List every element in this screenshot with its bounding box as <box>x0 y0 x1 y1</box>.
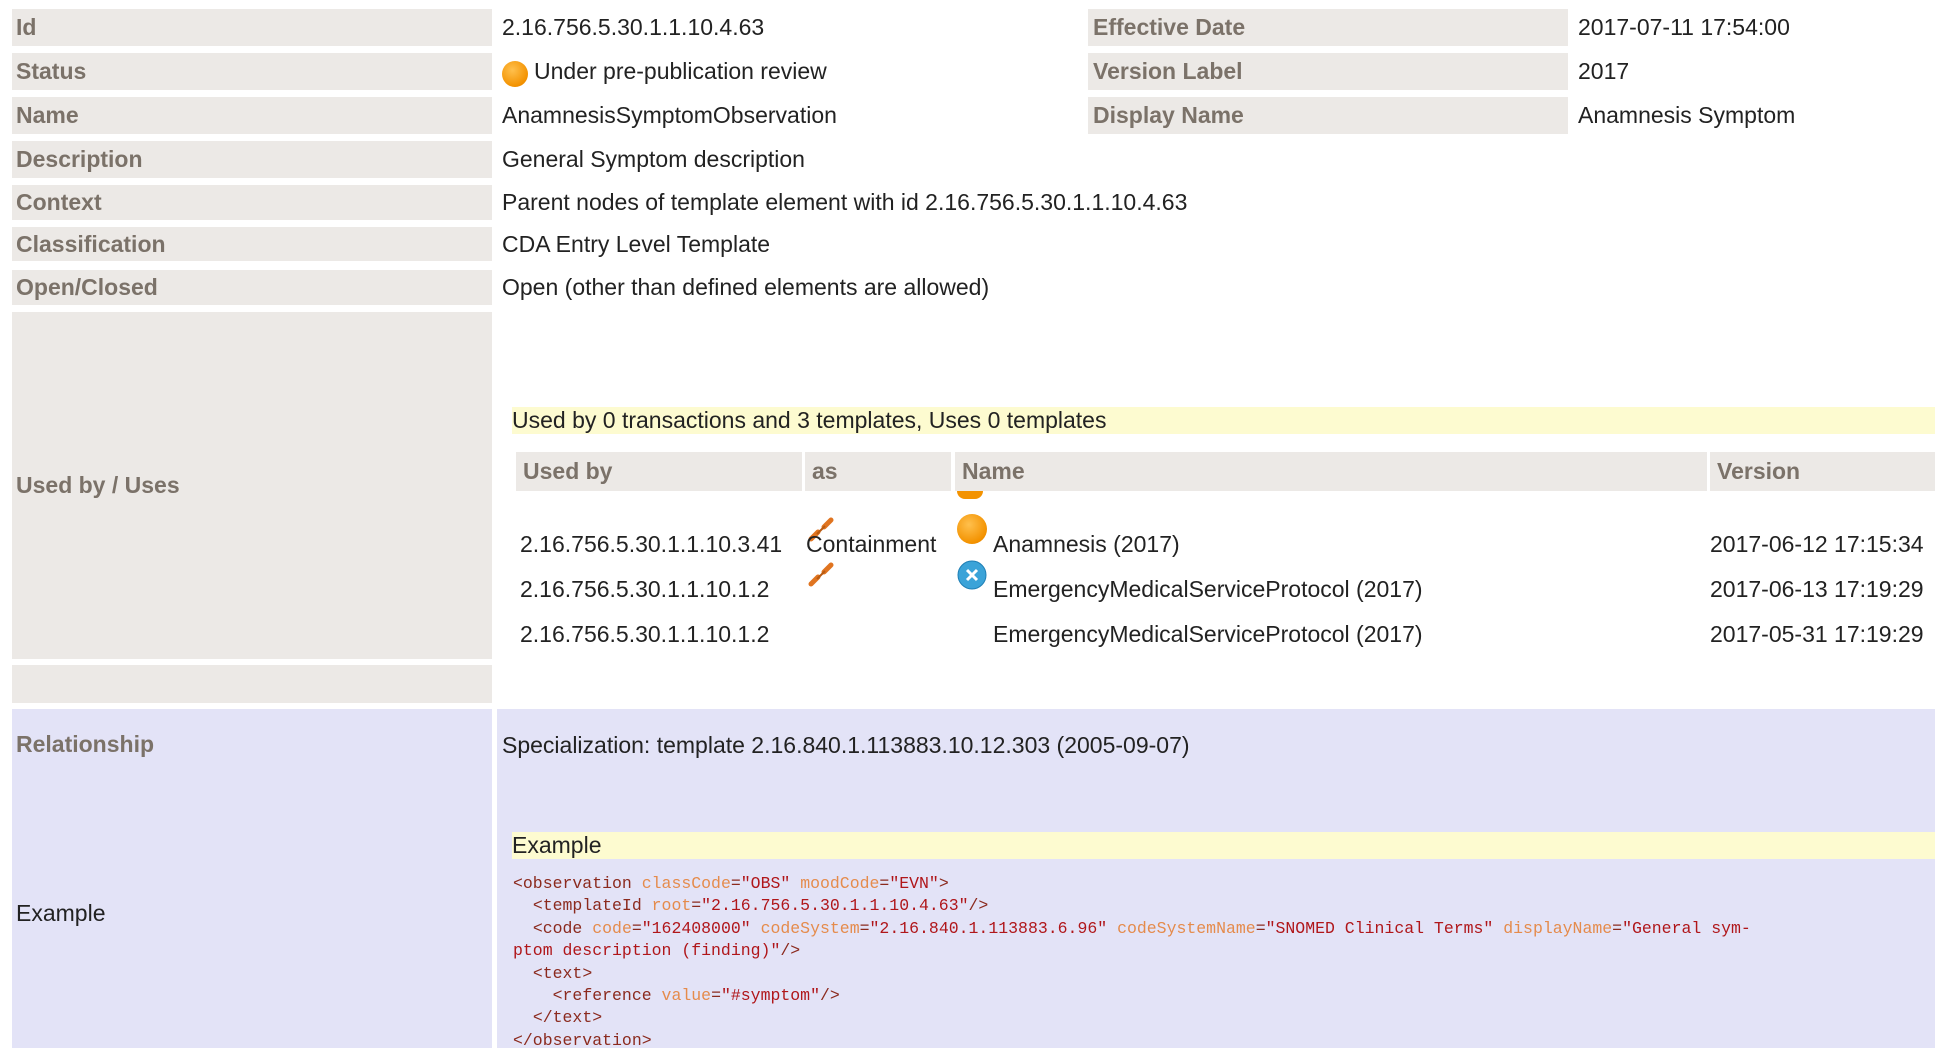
table-row-1-version: 2017-06-12 17:15:34 <box>1710 531 1924 557</box>
version-label-label: Version Label <box>1088 53 1568 90</box>
table-row-2-used-by[interactable]: 2.16.756.5.30.1.1.10.1.2 <box>520 576 769 603</box>
table-row-1-used-by[interactable]: 2.16.756.5.30.1.1.10.3.41 <box>520 531 782 558</box>
chain-link-icon <box>808 562 834 587</box>
used-by-label: Used by / Uses <box>12 312 492 659</box>
example-label: Example <box>12 779 492 1048</box>
id-label: Id <box>12 9 492 46</box>
example-header: Example <box>512 832 1935 859</box>
description-label: Description <box>12 141 492 178</box>
name-label: Name <box>12 97 492 134</box>
open-closed-value: Open (other than defined elements are al… <box>502 274 990 300</box>
table-row-1-as: Containment <box>806 531 937 557</box>
description-value: General Symptom description <box>502 146 805 172</box>
status-orange-icon <box>957 514 987 544</box>
context-label: Context <box>12 185 492 220</box>
table-row-3-name[interactable]: EmergencyMedicalServiceProtocol (2017) <box>993 621 1423 648</box>
id-value: 2.16.756.5.30.1.1.10.4.63 <box>502 14 765 40</box>
status-pending-icon <box>502 60 528 87</box>
open-closed-label: Open/Closed <box>12 270 492 305</box>
context-value: Parent nodes of template element with id… <box>502 189 1188 215</box>
column-used-by[interactable]: Used by <box>516 452 802 491</box>
table-row-2-name[interactable]: EmergencyMedicalServiceProtocol (2017) <box>993 576 1423 603</box>
column-version[interactable]: Version <box>1710 452 1935 491</box>
column-as[interactable]: as <box>805 452 951 491</box>
display-name-value: Anamnesis Symptom <box>1578 102 1796 128</box>
version-label-value: 2017 <box>1578 58 1630 84</box>
status-label: Status <box>12 53 492 90</box>
table-row-3-version: 2017-05-31 17:19:29 <box>1710 621 1924 647</box>
table-row-2-version: 2017-06-13 17:19:29 <box>1710 576 1924 602</box>
status-text: Under pre-publication review <box>534 58 827 84</box>
table-row-3-used-by[interactable]: 2.16.756.5.30.1.1.10.1.2 <box>520 621 769 648</box>
status-cancelled-icon <box>957 560 987 590</box>
status-value: Under pre-publication review <box>502 53 827 90</box>
effective-date-label: Effective Date <box>1088 9 1568 46</box>
relationship-label: Relationship <box>12 709 492 779</box>
display-name-label: Display Name <box>1088 97 1568 134</box>
classification-value: CDA Entry Level Template <box>502 230 771 257</box>
table-row-1-name[interactable]: Anamnesis (2017) <box>993 531 1180 558</box>
example-code: <observation classCode="OBS" moodCode="E… <box>513 874 1751 1050</box>
status-orange-icon <box>957 491 983 499</box>
relationship-value: Specialization: template 2.16.840.1.1138… <box>502 731 1190 758</box>
used-by-summary: Used by 0 transactions and 3 templates, … <box>512 407 1935 434</box>
column-name[interactable]: Name <box>955 452 1707 491</box>
empty-label <box>12 665 492 703</box>
classification-label: Classification <box>12 227 492 261</box>
name-value: AnamnesisSymptomObservation <box>502 102 837 128</box>
effective-date-value: 2017-07-11 17:54:00 <box>1578 14 1790 40</box>
